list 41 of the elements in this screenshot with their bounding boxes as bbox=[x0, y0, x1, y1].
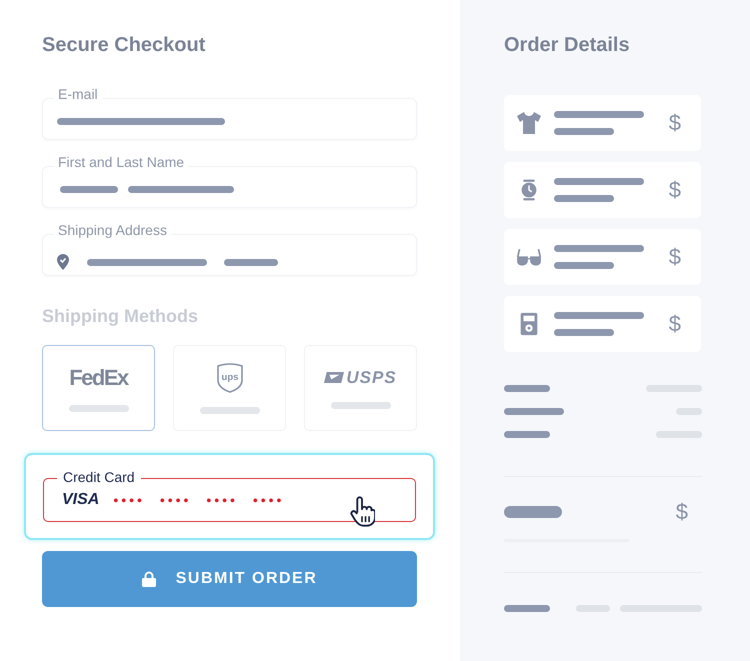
placeholder-bar bbox=[224, 258, 278, 266]
input-field[interactable] bbox=[42, 98, 417, 140]
placeholder-bar bbox=[554, 128, 614, 135]
location-pin-icon bbox=[57, 254, 69, 270]
input-field[interactable] bbox=[42, 166, 417, 208]
field-label: First and Last Name bbox=[54, 154, 188, 170]
placeholder-bar bbox=[504, 506, 562, 518]
lock-icon bbox=[142, 571, 156, 587]
placeholder-bar bbox=[554, 262, 614, 269]
fedex-logo: FedEx bbox=[69, 364, 128, 390]
visa-logo: VISA bbox=[62, 491, 100, 509]
card-number: •••• •••• •••• •••• bbox=[113, 492, 284, 508]
placeholder-bar bbox=[554, 195, 614, 202]
hand-cursor-icon bbox=[349, 496, 375, 527]
order-title: Order Details bbox=[504, 34, 631, 57]
ups-logo: ups bbox=[216, 362, 242, 392]
checkout-title: Secure Checkout bbox=[42, 34, 206, 57]
placeholder-bar bbox=[504, 385, 550, 392]
usps-logo: USPS bbox=[346, 368, 397, 388]
t-shirt-icon bbox=[516, 111, 542, 135]
shipping-option[interactable]: ups bbox=[173, 345, 286, 431]
field-label: Credit Card bbox=[57, 469, 141, 485]
placeholder-bar bbox=[504, 408, 564, 415]
item-price: $ bbox=[668, 244, 681, 270]
placeholder-bar bbox=[504, 431, 550, 438]
field-label: Shipping Address bbox=[54, 222, 171, 238]
field-label: E-mail bbox=[54, 86, 102, 102]
item-price: $ bbox=[668, 110, 681, 136]
item-price: $ bbox=[668, 177, 681, 203]
placeholder-bar bbox=[200, 406, 260, 414]
placeholder-bar bbox=[68, 404, 128, 412]
total-price: $ bbox=[676, 499, 688, 525]
placeholder-bar bbox=[504, 605, 550, 612]
placeholder-bar bbox=[330, 402, 390, 408]
eagle-icon bbox=[324, 371, 344, 384]
shipping-option[interactable]: FedEx bbox=[42, 345, 155, 431]
submit-button[interactable]: SUBMIT ORDER bbox=[42, 551, 417, 607]
placeholder-bar bbox=[554, 329, 614, 336]
placeholder-bar bbox=[60, 186, 118, 193]
item-price: $ bbox=[668, 311, 681, 337]
shipping-option[interactable]: USPS bbox=[304, 345, 417, 431]
